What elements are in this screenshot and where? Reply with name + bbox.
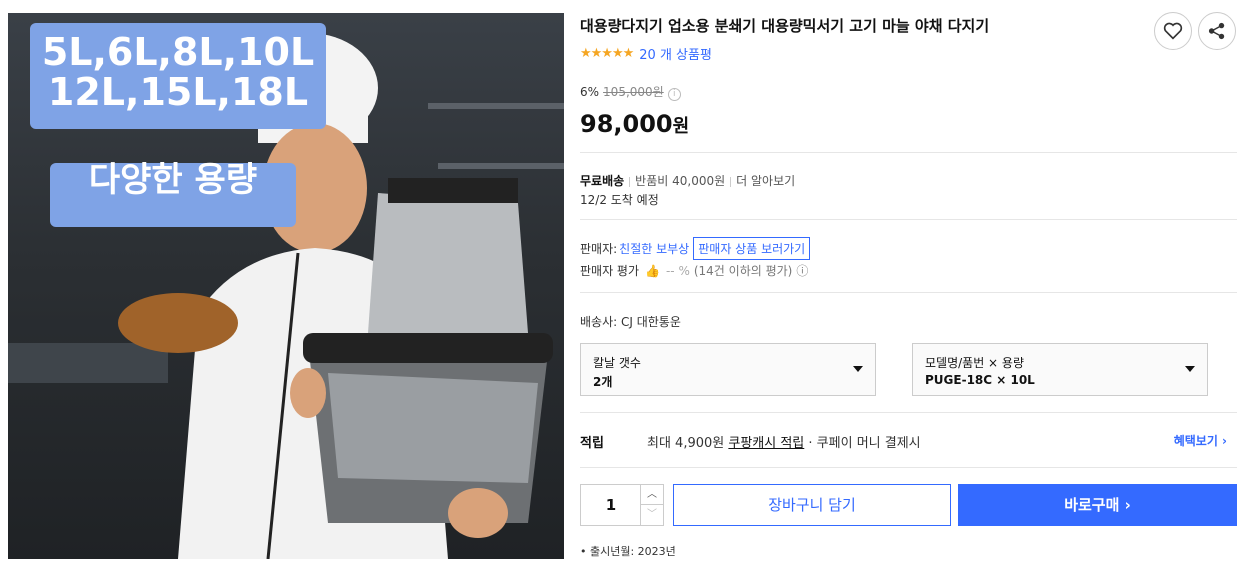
quantity-input[interactable]: 1 bbox=[581, 485, 641, 525]
price-unit: 원 bbox=[672, 116, 690, 137]
sale-price-value: 98,000 bbox=[580, 110, 673, 138]
benefit-text: 최대 4,900원 쿠팡캐시 적립 · 쿠페이 머니 결제시 bbox=[647, 436, 921, 451]
caret-down-icon bbox=[1185, 366, 1195, 372]
shipping-more-link[interactable]: 더 알아보기 bbox=[736, 174, 795, 188]
wishlist-button[interactable] bbox=[1154, 12, 1192, 50]
original-price: 105,000원 bbox=[603, 85, 664, 99]
discount-rate: 6% bbox=[580, 85, 600, 99]
seller-rating-note: (14건 이하의 평가) bbox=[693, 264, 793, 278]
discount-row: 6% 105,000원 i bbox=[580, 83, 681, 101]
release-date-item: • 출시년월: 2023년 bbox=[580, 545, 676, 558]
seller-rating-row: 판매자 평가 👍 -- % (14건 이하의 평가) ⓘ bbox=[580, 262, 808, 279]
divider bbox=[580, 412, 1237, 413]
seller-row: 판매자: 친절한 보부상 판매자 상품 보러가기 bbox=[580, 237, 811, 260]
divider bbox=[580, 152, 1237, 153]
coupang-cash-link[interactable]: 쿠팡캐시 적립 bbox=[728, 436, 804, 451]
divider bbox=[580, 292, 1237, 293]
product-image[interactable]: 5L,6L,8L,10L 12L,15L,18L 다양한 용량 bbox=[8, 13, 564, 559]
shipping-info: 무료배송 반품비 40,000원 더 알아보기 bbox=[580, 172, 795, 189]
benefit-view-link[interactable]: 혜택보기 › bbox=[1174, 432, 1227, 449]
quantity-stepper[interactable]: 1 ︿ ﹀ bbox=[580, 484, 664, 526]
review-count-link[interactable]: 20 개 상품평 bbox=[639, 44, 712, 63]
quantity-increase-button[interactable]: ︿ bbox=[640, 485, 663, 505]
share-icon bbox=[1208, 22, 1225, 40]
option-label: 모델명/품번 × 용량 bbox=[925, 356, 1025, 370]
capacity-line-2: 12L,15L,18L bbox=[47, 69, 309, 114]
arrival-estimate: 12/2 도착 예정 bbox=[580, 193, 659, 207]
seller-name-link[interactable]: 친절한 보부상 bbox=[619, 240, 689, 257]
share-button[interactable] bbox=[1198, 12, 1236, 50]
capacity-line-1: 5L,6L,8L,10L bbox=[41, 30, 315, 74]
heart-icon bbox=[1163, 22, 1183, 40]
option-value: PUGE-18C × 10L bbox=[925, 373, 1035, 387]
seller-products-button[interactable]: 판매자 상품 보러가기 bbox=[693, 237, 811, 260]
return-fee: 반품비 40,000원 bbox=[635, 174, 726, 188]
benefit-label: 적립 bbox=[580, 436, 604, 451]
sale-price: 98,000원 bbox=[580, 110, 689, 138]
option-value: 2개 bbox=[593, 375, 613, 389]
capacity-tag: 5L,6L,8L,10L 12L,15L,18L bbox=[30, 23, 326, 129]
seller-rating-label: 판매자 평가 bbox=[580, 264, 640, 278]
quantity-decrease-button[interactable]: ﹀ bbox=[640, 505, 663, 525]
free-shipping-label: 무료배송 bbox=[580, 174, 625, 188]
product-title: 대용량다지기 업소용 분쇄기 대용량믹서기 고기 마늘 야채 다지기 bbox=[580, 17, 990, 35]
option-dropdown-model-capacity[interactable]: 모델명/품번 × 용량 PUGE-18C × 10L bbox=[912, 343, 1208, 396]
add-to-cart-button[interactable]: 장바구니 담기 bbox=[673, 484, 951, 526]
caret-down-icon bbox=[853, 366, 863, 372]
buy-now-button[interactable]: 바로구매 › bbox=[958, 484, 1237, 526]
option-label: 칼날 갯수 bbox=[593, 356, 641, 370]
info-icon[interactable]: i bbox=[667, 88, 681, 101]
star-icons: ★★★★★ bbox=[580, 46, 634, 61]
thumbs-up-icon: 👍 bbox=[645, 263, 660, 278]
divider bbox=[580, 467, 1237, 468]
seller-rating-value: -- % bbox=[665, 263, 690, 278]
option-dropdown-blade-count[interactable]: 칼날 갯수 2개 bbox=[580, 343, 876, 396]
rating-stars: ★★★★★ 20 개 상품평 bbox=[580, 44, 712, 63]
info-icon[interactable]: ⓘ bbox=[796, 262, 808, 279]
variety-tag: 다양한 용량 bbox=[50, 162, 296, 227]
divider bbox=[580, 219, 1237, 220]
carrier-info: 배송사: CJ 대한통운 bbox=[580, 315, 681, 329]
seller-label: 판매자: bbox=[580, 242, 618, 256]
